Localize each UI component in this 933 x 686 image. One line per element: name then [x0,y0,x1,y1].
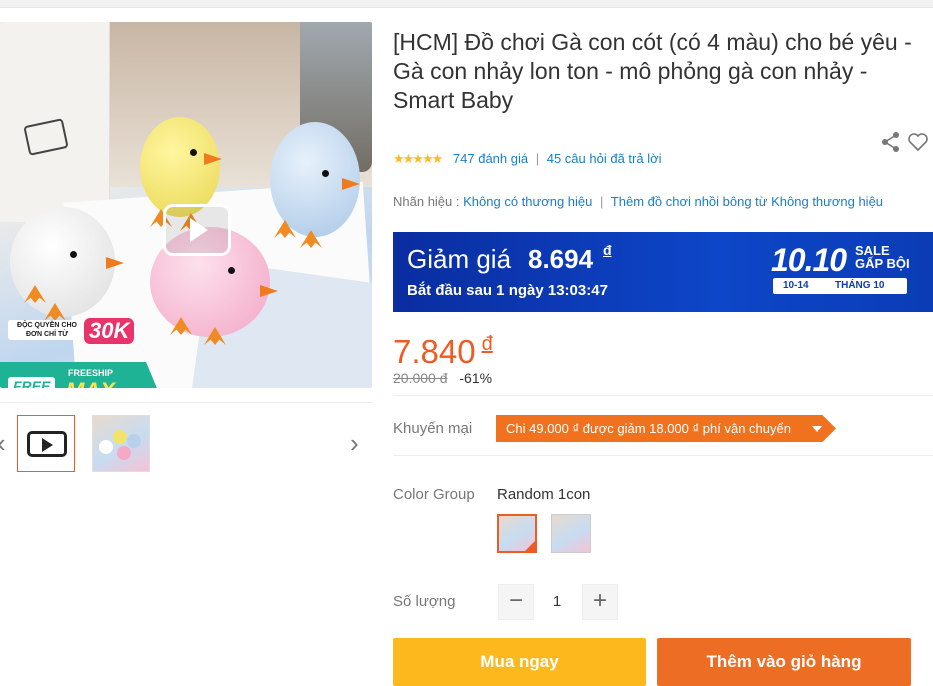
discount-percent: -61% [459,370,493,386]
product-main-image[interactable]: ĐỘC QUYỀN CHO ĐƠN CHỈ TỪ 30K FREE FREESH… [0,22,372,388]
quantity-input[interactable]: 1 [534,584,580,620]
image-thumbnail[interactable] [92,415,150,472]
variant-swatch-selected[interactable] [497,514,537,553]
quantity-decrease-button[interactable]: − [498,584,534,620]
separator: | [535,151,540,166]
brand-link[interactable]: Không có thương hiệu [463,194,592,209]
quantity-increase-button[interactable]: + [582,584,618,620]
flash-sale-start: Bắt đầu sau 1 ngày 13:03:47 [407,282,608,299]
flash-sale-label: Giảm giá [407,244,512,274]
category-link[interactable]: Thêm đồ chơi nhồi bông từ Không thương h… [611,194,883,209]
rating-row: ★★★★★ 747 đánh giá | 45 câu hỏi đã trả l… [393,151,662,167]
rating-count-link[interactable]: 747 đánh giá [453,151,528,166]
video-thumbnail[interactable] [17,415,75,472]
yellow-chick [140,117,222,231]
sale-date-range: 10-14 [783,280,809,291]
max-label: MAX [66,378,115,388]
add-to-cart-button[interactable]: Thêm vào giỏ hàng [657,638,911,686]
variant-swatch[interactable] [551,514,591,553]
product-title: [HCM] Đồ chơi Gà con cót (có 4 màu) cho … [393,29,912,113]
selected-variant-name: Random 1con [497,486,591,503]
thumbnail-strip: ‹ › [0,402,372,480]
video-play-icon [27,431,67,457]
play-video-icon[interactable] [163,204,231,256]
image-bag [0,22,110,222]
questions-link[interactable]: 45 câu hỏi đã trả lời [547,151,662,166]
white-chick [10,207,124,321]
freeship-max-banner: FREE FREESHIP MAX [0,362,166,388]
free-label: FREE [8,377,56,388]
chevron-right-icon[interactable]: › [350,428,359,459]
brand-row: Nhãn hiệu : Không có thương hiệu | Thêm … [393,194,883,209]
freeship-label: FREESHIP [68,368,114,378]
heart-icon[interactable] [907,131,929,153]
badge-small-text: ĐỘC QUYỀN CHO ĐƠN CHỈ TỪ [8,320,86,340]
divider [393,455,933,456]
color-group-label: Color Group [393,486,475,503]
chevron-left-icon[interactable]: ‹ [0,428,6,459]
badge-big-text: 30K [84,318,135,344]
separator: | [600,194,604,209]
star-rating-icon: ★★★★★ [393,151,443,166]
promotion-label: Khuyến mại [393,420,473,437]
price-value: 7.840 [393,333,476,370]
flash-sale-amount: 8.694 [528,244,594,274]
flash-sale-banner: Giảm giá 8.694 đ Bắt đầu sau 1 ngày 13:0… [393,232,933,312]
top-divider [0,0,933,8]
price-currency: đ [481,333,493,355]
original-price: 20.000 đ [393,370,448,386]
sale-1010-logo: 10.10 [771,242,847,278]
quantity-label: Số lượng [393,593,456,610]
exclusive-badge: ĐỘC QUYỀN CHO ĐƠN CHỈ TỪ 30K [6,314,135,360]
current-price: 7.840 đ [393,333,493,371]
flash-sale-currency: đ [603,242,612,258]
share-icon[interactable] [880,131,902,153]
sale-dates: 10-14 THÁNG 10 [773,278,907,294]
promotion-dropdown[interactable]: Chi 49.000 ₫ được giảm 18.000 ₫ phí vận … [496,415,836,442]
sale-month: THÁNG 10 [835,280,885,291]
original-price-row: 20.000 đ -61% [393,370,492,386]
sale-line-2: GẤP BỘI [855,256,910,271]
divider [393,395,933,396]
buy-now-button[interactable]: Mua ngay [393,638,646,686]
sale-tagline: SALE GẤP BỘI [855,244,910,270]
blue-chick [270,122,360,248]
brand-label: Nhãn hiệu : [393,194,460,209]
